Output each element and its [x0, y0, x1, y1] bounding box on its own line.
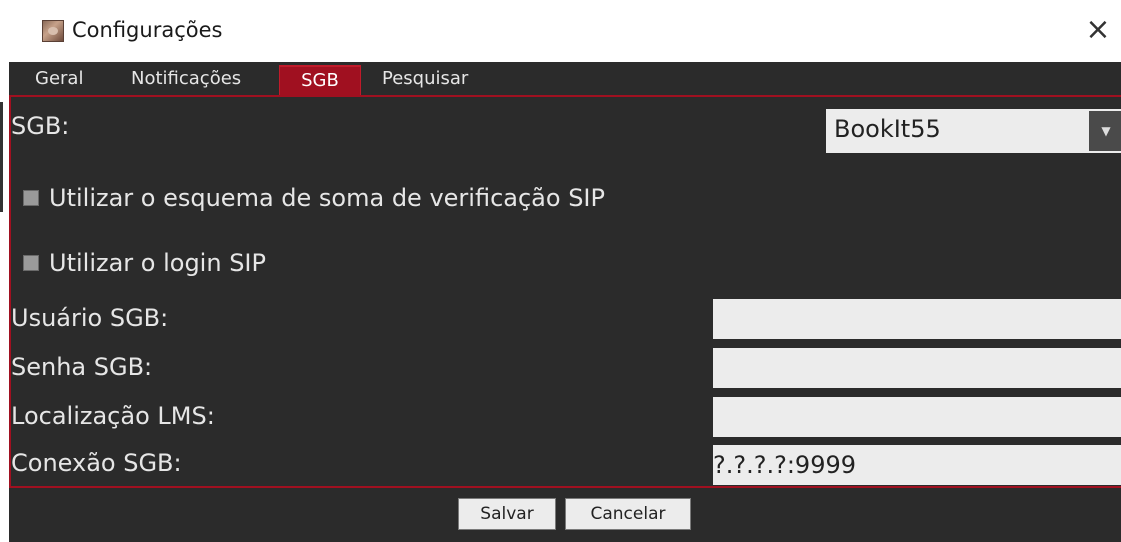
cancel-button[interactable]: Cancelar — [565, 498, 691, 530]
checksum-label: Utilizar o esquema de soma de verificaçã… — [49, 184, 605, 212]
app-icon — [42, 20, 64, 42]
sip-login-checkbox-row[interactable]: Utilizar o login SIP — [23, 249, 266, 277]
tab-sgb[interactable]: SGB — [279, 65, 361, 95]
password-field[interactable] — [713, 348, 1121, 388]
connection-label: Conexão SGB: — [11, 449, 182, 477]
user-label: Usuário SGB: — [11, 304, 169, 332]
window-title: Configurações — [72, 18, 223, 42]
checksum-checkbox-row[interactable]: Utilizar o esquema de soma de verificaçã… — [23, 184, 605, 212]
settings-window: Configurações × Geral Notificações SGB P… — [0, 0, 1121, 542]
location-label: Localização LMS: — [11, 402, 215, 430]
left-edge — [0, 62, 9, 542]
sgb-label: SGB: — [11, 112, 70, 140]
tab-pesquisar[interactable]: Pesquisar — [374, 65, 476, 95]
sgb-selected-value: BookIt55 — [834, 115, 941, 143]
checksum-checkbox[interactable] — [23, 190, 39, 206]
dialog-body: Geral Notificações SGB Pesquisar SGB: Bo… — [9, 62, 1121, 542]
sip-login-label: Utilizar o login SIP — [49, 249, 266, 277]
sip-login-checkbox[interactable] — [23, 255, 39, 271]
password-label: Senha SGB: — [11, 353, 153, 381]
sgb-panel: SGB: BookIt55 ▼ Utilizar o esquema de so… — [9, 95, 1121, 488]
user-field[interactable] — [713, 299, 1121, 339]
sgb-select[interactable]: BookIt55 ▼ — [826, 109, 1121, 153]
tab-bar: Geral Notificações SGB Pesquisar — [9, 62, 1121, 95]
save-button[interactable]: Salvar — [458, 498, 556, 530]
tab-geral[interactable]: Geral — [27, 65, 91, 95]
title-bar: Configurações × — [0, 0, 1121, 62]
connection-field[interactable] — [713, 445, 1121, 485]
location-field[interactable] — [713, 397, 1121, 437]
chevron-down-icon[interactable]: ▼ — [1089, 111, 1121, 151]
button-bar: Salvar Cancelar — [9, 488, 1121, 542]
tab-notificacoes[interactable]: Notificações — [123, 65, 249, 95]
close-icon[interactable]: × — [1081, 12, 1115, 48]
